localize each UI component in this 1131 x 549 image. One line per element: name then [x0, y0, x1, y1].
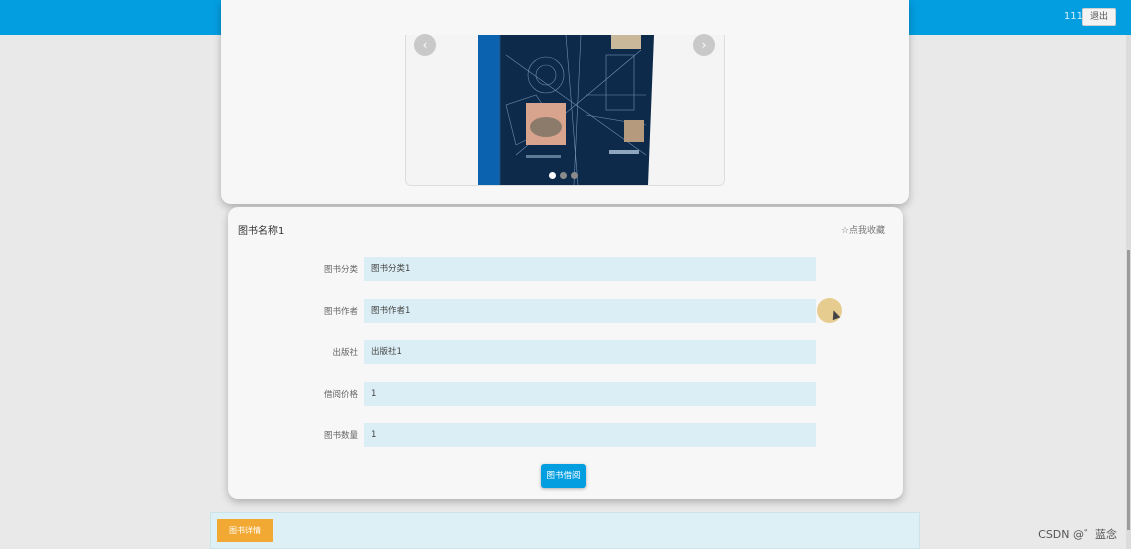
category-field[interactable]: 图书分类1 — [364, 257, 816, 281]
field-row-author: 图书作者 图书作者1 — [228, 299, 903, 323]
watermark: CSDN @゛蓝念 — [1038, 528, 1117, 541]
field-row-category: 图书分类 图书分类1 — [228, 257, 903, 281]
field-row-price: 借阅价格 1 — [228, 382, 903, 406]
publisher-field[interactable]: 出版社1 — [364, 340, 816, 364]
field-label: 图书作者 — [323, 307, 358, 317]
favorite-link[interactable]: ☆点我收藏 — [841, 223, 885, 236]
carousel-dot[interactable] — [549, 172, 556, 179]
chevron-left-icon: ‹ — [422, 38, 428, 52]
username-label: 111 — [1063, 11, 1083, 22]
field-row-quantity: 图书数量 1 — [228, 423, 903, 447]
carousel-dot[interactable] — [571, 172, 578, 179]
page-scrollbar[interactable] — [1126, 35, 1131, 549]
author-field[interactable]: 图书作者1 — [364, 299, 816, 323]
field-row-publisher: 出版社 出版社1 — [228, 340, 903, 364]
details-panel: 图书详情 — [210, 512, 920, 549]
book-detail-card: 图书名称1 ☆点我收藏 图书分类 图书分类1 图书作者 图书作者1 出版社 出版… — [228, 207, 903, 499]
tab-book-details[interactable]: 图书详情 — [217, 519, 273, 542]
borrow-button[interactable]: 图书借阅 — [541, 464, 586, 488]
book-cover-image — [406, 35, 724, 185]
field-label: 出版社 — [332, 348, 358, 358]
price-field[interactable]: 1 — [364, 382, 816, 406]
scrollbar-thumb[interactable] — [1127, 250, 1130, 530]
quantity-field[interactable]: 1 — [364, 423, 816, 447]
carousel-prev-button[interactable]: ‹ — [414, 34, 436, 56]
chevron-right-icon: › — [701, 38, 707, 52]
field-label: 借阅价格 — [323, 390, 358, 400]
logout-button[interactable]: 退出 — [1082, 8, 1116, 26]
book-name-title: 图书名称1 — [238, 226, 285, 237]
field-label: 图书数量 — [323, 431, 358, 441]
field-label: 图书分类 — [323, 265, 358, 275]
carousel-indicators — [549, 164, 582, 183]
carousel-next-button[interactable]: › — [693, 34, 715, 56]
carousel-card: ‹ › — [221, 0, 909, 204]
carousel-dot[interactable] — [560, 172, 567, 179]
